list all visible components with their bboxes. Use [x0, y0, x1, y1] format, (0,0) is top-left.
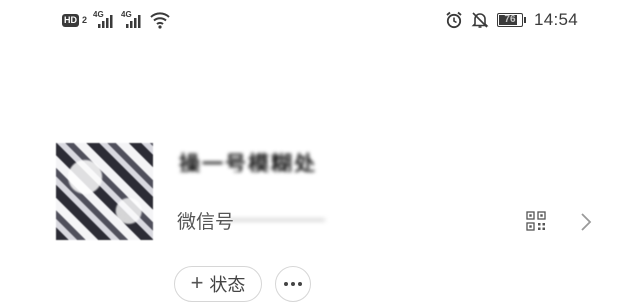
qr-code-icon[interactable] [526, 211, 546, 231]
wechat-id-value: —————— [229, 211, 325, 228]
battery-icon: 76 [496, 13, 526, 27]
hd-sim-number: 2 [82, 15, 88, 25]
signal-icon: 4G [121, 10, 143, 28]
wifi-icon [150, 12, 170, 29]
status-button-label: 状态 [209, 275, 246, 295]
chevron-right-icon[interactable] [578, 211, 594, 233]
alarm-icon [446, 11, 462, 29]
profile-nickname[interactable]: 操一号模糊处 [179, 148, 369, 172]
clock: 14:54 [533, 10, 578, 29]
add-status-button[interactable]: + 状态 [174, 266, 262, 302]
signal-icon: 4G [93, 10, 115, 28]
avatar[interactable] [56, 143, 153, 240]
status-bar-left: HD 2 4G 4G [62, 9, 171, 31]
wechat-id-label: 微信号 [177, 212, 235, 233]
hd-voice-icon: HD [62, 13, 79, 27]
more-dots-icon [284, 282, 288, 286]
plus-icon: + [190, 270, 204, 295]
wechat-id-row[interactable]: 微信号 —————— [177, 207, 417, 235]
status-bar-right: 76 14:54 [445, 9, 578, 31]
more-button[interactable] [275, 266, 311, 302]
status-bar: HD 2 4G 4G 76 14:54 [0, 0, 640, 40]
battery-level: 76 [504, 14, 516, 25]
mute-bell-icon [471, 12, 489, 28]
